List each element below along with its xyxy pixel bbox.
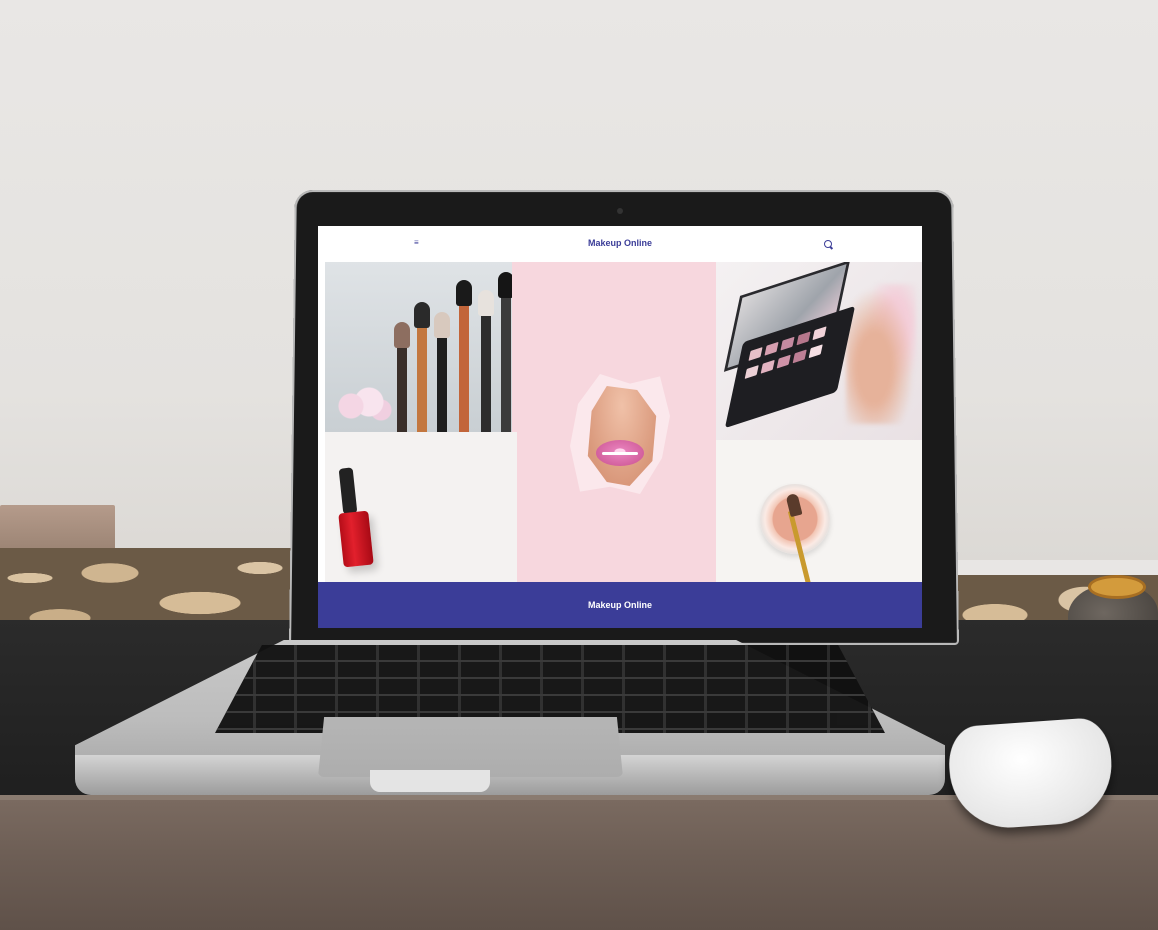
site-header: ≡ Makeup Online	[318, 226, 922, 262]
eyeshadow-pan	[760, 359, 775, 374]
makeup-brushes-image[interactable]	[325, 262, 518, 432]
search-icon[interactable]	[824, 240, 832, 248]
eyeshadow-pan	[796, 331, 811, 346]
brush-handle	[397, 342, 407, 432]
candle	[1088, 575, 1146, 599]
eyeshadow-pan	[748, 347, 763, 361]
eyeshadow-pan	[780, 336, 795, 351]
polish-cap	[338, 467, 358, 515]
brush-head	[478, 290, 494, 316]
site-footer: Makeup Online	[318, 582, 922, 628]
flower-decoration	[333, 386, 393, 426]
eyeshadow-pan	[812, 326, 827, 341]
image-grid	[318, 262, 922, 592]
lid-notch	[370, 770, 490, 792]
polish-bottle	[338, 510, 374, 568]
blurred-background	[846, 284, 916, 424]
brush-handle	[481, 312, 491, 432]
nail-polish-image[interactable]	[325, 432, 517, 592]
eyeshadow-pan	[744, 365, 759, 379]
brush-handle	[501, 292, 511, 432]
trackpad[interactable]	[318, 717, 623, 777]
eyeshadow-pan	[776, 354, 791, 369]
powder-jar-image[interactable]	[716, 440, 922, 592]
brush-handle	[437, 332, 447, 432]
eyeshadow-pan	[764, 341, 779, 356]
eyeshadow-pan	[808, 344, 823, 359]
brush-head	[394, 322, 410, 348]
laptop-screen: ≡ Makeup Online Makeup Online	[318, 226, 922, 628]
brush-handle	[417, 322, 427, 432]
pink-lips-image[interactable]	[512, 262, 718, 592]
brush-head	[414, 302, 430, 328]
footer-brand[interactable]: Makeup Online	[588, 600, 652, 610]
brush-head	[456, 280, 472, 306]
eyeshadow-pan	[792, 349, 807, 364]
brush-head	[434, 312, 450, 338]
webcam-icon	[617, 208, 623, 214]
teeth	[602, 452, 638, 455]
eyeshadow-palette-image[interactable]	[716, 262, 922, 440]
brush-handle	[459, 302, 469, 432]
